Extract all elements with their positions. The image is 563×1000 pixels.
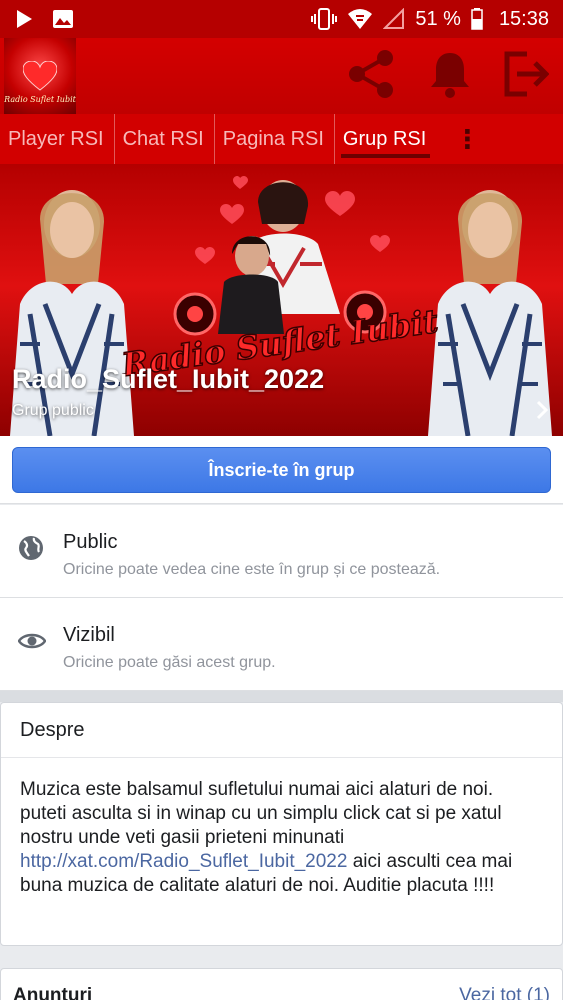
- section-divider: [0, 946, 563, 968]
- tab-pagina[interactable]: Pagina RSI: [213, 114, 334, 164]
- play-icon: [14, 9, 34, 29]
- battery-percent: 51 %: [415, 7, 461, 30]
- tab-bar: Player RSI Chat RSI Pagina RSI Grup RSI …: [0, 114, 563, 164]
- chevron-right-icon[interactable]: [535, 400, 549, 425]
- cover-art: Radio Suflet Iubit: [10, 176, 552, 436]
- privacy-row-public: Public Oricine poate vedea cine este în …: [0, 505, 563, 598]
- battery-icon: [471, 8, 483, 30]
- visibility-title: Vizibil: [63, 624, 115, 646]
- bell-icon[interactable]: [429, 49, 471, 104]
- signal-icon: [383, 8, 405, 30]
- section-divider: [0, 691, 563, 702]
- privacy-row-visible: Vizibil Oricine poate găsi acest grup.: [0, 598, 563, 691]
- see-all-link[interactable]: Vezi tot (1): [459, 985, 550, 1000]
- group-title: Radio_Suflet_Iubit_2022: [12, 364, 325, 394]
- privacy-description: Oricine poate vedea cine este în grup și…: [63, 561, 441, 578]
- wifi-icon: [347, 8, 373, 30]
- announcements-title: Anunturi: [13, 985, 93, 1000]
- eye-icon: [17, 628, 47, 659]
- heart-icon: [23, 61, 57, 91]
- group-privacy-label: Grup public: [12, 402, 94, 419]
- globe-icon: [18, 535, 44, 566]
- about-text-start: Muzica este balsamul sufletului numai ai…: [20, 779, 502, 848]
- xat-link[interactable]: http://xat.com/Radio_Suflet_Iubit_2022: [20, 851, 347, 872]
- vibrate-icon: [311, 8, 338, 30]
- app-screen: 51 % 15:38 Radio Suflet Iubit Player RSI: [0, 0, 563, 1000]
- app-header: Radio Suflet Iubit: [0, 38, 563, 114]
- exit-icon[interactable]: [503, 51, 550, 102]
- more-vert-icon[interactable]: ⋮: [454, 126, 480, 152]
- tab-player[interactable]: Player RSI: [8, 114, 114, 164]
- left-portrait: [10, 190, 134, 436]
- logo-text: Radio Suflet Iubit: [4, 95, 76, 104]
- image-icon: [52, 9, 74, 29]
- center-photo: [218, 180, 340, 334]
- visibility-description: Oricine poate găsi acest grup.: [63, 654, 276, 671]
- join-group-button[interactable]: Înscrie-te în grup: [12, 447, 551, 493]
- about-title: Despre: [1, 703, 562, 758]
- about-description: Muzica este balsamul sufletului numai ai…: [1, 758, 562, 898]
- about-card: Despre Muzica este balsamul sufletului n…: [0, 702, 563, 946]
- clock: 15:38: [498, 7, 549, 30]
- announcements-card: Anunturi Vezi tot (1): [0, 968, 563, 1000]
- right-portrait: [428, 190, 552, 436]
- cover-photo[interactable]: Radio Suflet Iubit Radio_Suflet_Iubit_20…: [0, 164, 563, 436]
- join-section: Înscrie-te în grup: [0, 436, 563, 504]
- privacy-title: Public: [63, 531, 118, 553]
- app-logo[interactable]: Radio Suflet Iubit: [4, 38, 76, 114]
- tab-chat[interactable]: Chat RSI: [113, 114, 214, 164]
- tab-grup[interactable]: Grup RSI: [333, 114, 436, 164]
- share-icon[interactable]: [345, 48, 397, 105]
- status-bar: 51 % 15:38: [0, 0, 563, 38]
